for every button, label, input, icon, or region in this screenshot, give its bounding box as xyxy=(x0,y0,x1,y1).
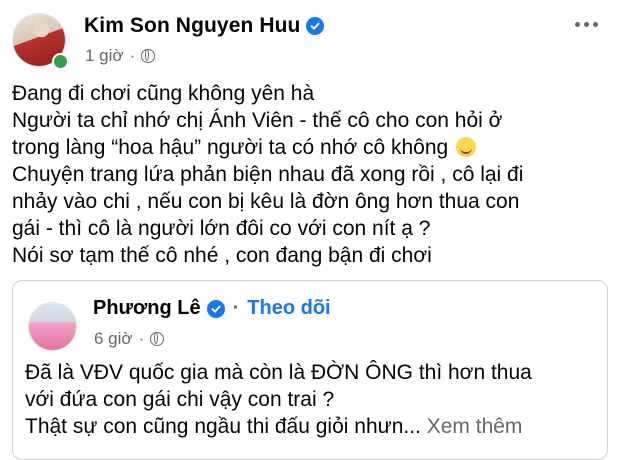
rolling-laughing-emoji-icon xyxy=(456,137,477,157)
globe-icon xyxy=(150,332,165,346)
shared-post[interactable]: Phương Lê · Theo dõi 6 giờ · Đã là VĐV q… xyxy=(12,280,608,460)
post-author: Kim Son Nguyen Huu xyxy=(84,14,325,38)
follow-button[interactable]: Theo dõi xyxy=(247,297,330,320)
more-dot-icon xyxy=(592,21,598,27)
shared-post-truncated-text: Thật sự con cũng ngầu thi đấu giỏi nhưn.… xyxy=(25,415,421,438)
separator-dot: · xyxy=(129,46,136,65)
post-meta: 1 giờ · xyxy=(85,46,156,66)
facebook-post: Kim Son Nguyen Huu 1 giờ · Đang đi chơi … xyxy=(0,0,620,460)
post-line: Đang đi chơi cũng không yên hà xyxy=(12,82,315,105)
post-body: Đang đi chơi cũng không yên hà Người ta … xyxy=(12,80,612,269)
shared-author-name[interactable]: Phương Lê xyxy=(93,297,201,320)
shared-author-avatar[interactable] xyxy=(29,303,76,350)
verified-badge-icon xyxy=(306,17,325,35)
online-status-icon xyxy=(52,53,69,70)
post-line: Chuyện trang lứa phản biện nhau đã xong … xyxy=(12,163,524,186)
verified-badge-icon xyxy=(206,299,225,318)
shared-post-meta: 6 giờ · xyxy=(94,329,165,349)
shared-post-line: với đứa con gái chi vậy con trai ? xyxy=(25,388,335,411)
shared-post-time[interactable]: 6 giờ xyxy=(94,329,133,349)
shared-author: Phương Lê · Theo dõi xyxy=(93,297,331,320)
author-name[interactable]: Kim Son Nguyen Huu xyxy=(84,14,300,38)
more-dot-icon xyxy=(574,21,580,27)
shared-post-line-truncated: Thật sự con cũng ngầu thi đấu giỏi nhưn.… xyxy=(25,413,605,440)
post-line: nhảy vào chi , nếu con bị kêu là đờn ông… xyxy=(12,190,520,213)
post-line: Nói sơ tạm thế cô nhé , con đang bận đi … xyxy=(12,244,432,267)
shared-post-line: Đã là VĐV quốc gia mà còn là ĐỜN ÔNG thì… xyxy=(25,361,532,384)
more-options-button[interactable] xyxy=(568,12,604,36)
separator-dot: · xyxy=(138,329,145,348)
see-more-link[interactable]: Xem thêm xyxy=(427,415,523,438)
post-time[interactable]: 1 giờ xyxy=(85,46,124,66)
post-line-with-emoji: trong làng “hoa hậu” người ta có nhớ cô … xyxy=(12,134,612,161)
post-line-text: trong làng “hoa hậu” người ta có nhớ cô … xyxy=(12,136,449,159)
shared-post-body: Đã là VĐV quốc gia mà còn là ĐỜN ÔNG thì… xyxy=(25,359,605,440)
more-dot-icon xyxy=(583,21,589,27)
post-line: Người ta chỉ nhớ chị Ánh Viên - thế cô c… xyxy=(12,109,503,132)
separator-dot: · xyxy=(232,297,240,319)
post-line: gái - thì cô là người lớn đôi co với con… xyxy=(12,217,431,240)
globe-icon xyxy=(141,49,156,63)
